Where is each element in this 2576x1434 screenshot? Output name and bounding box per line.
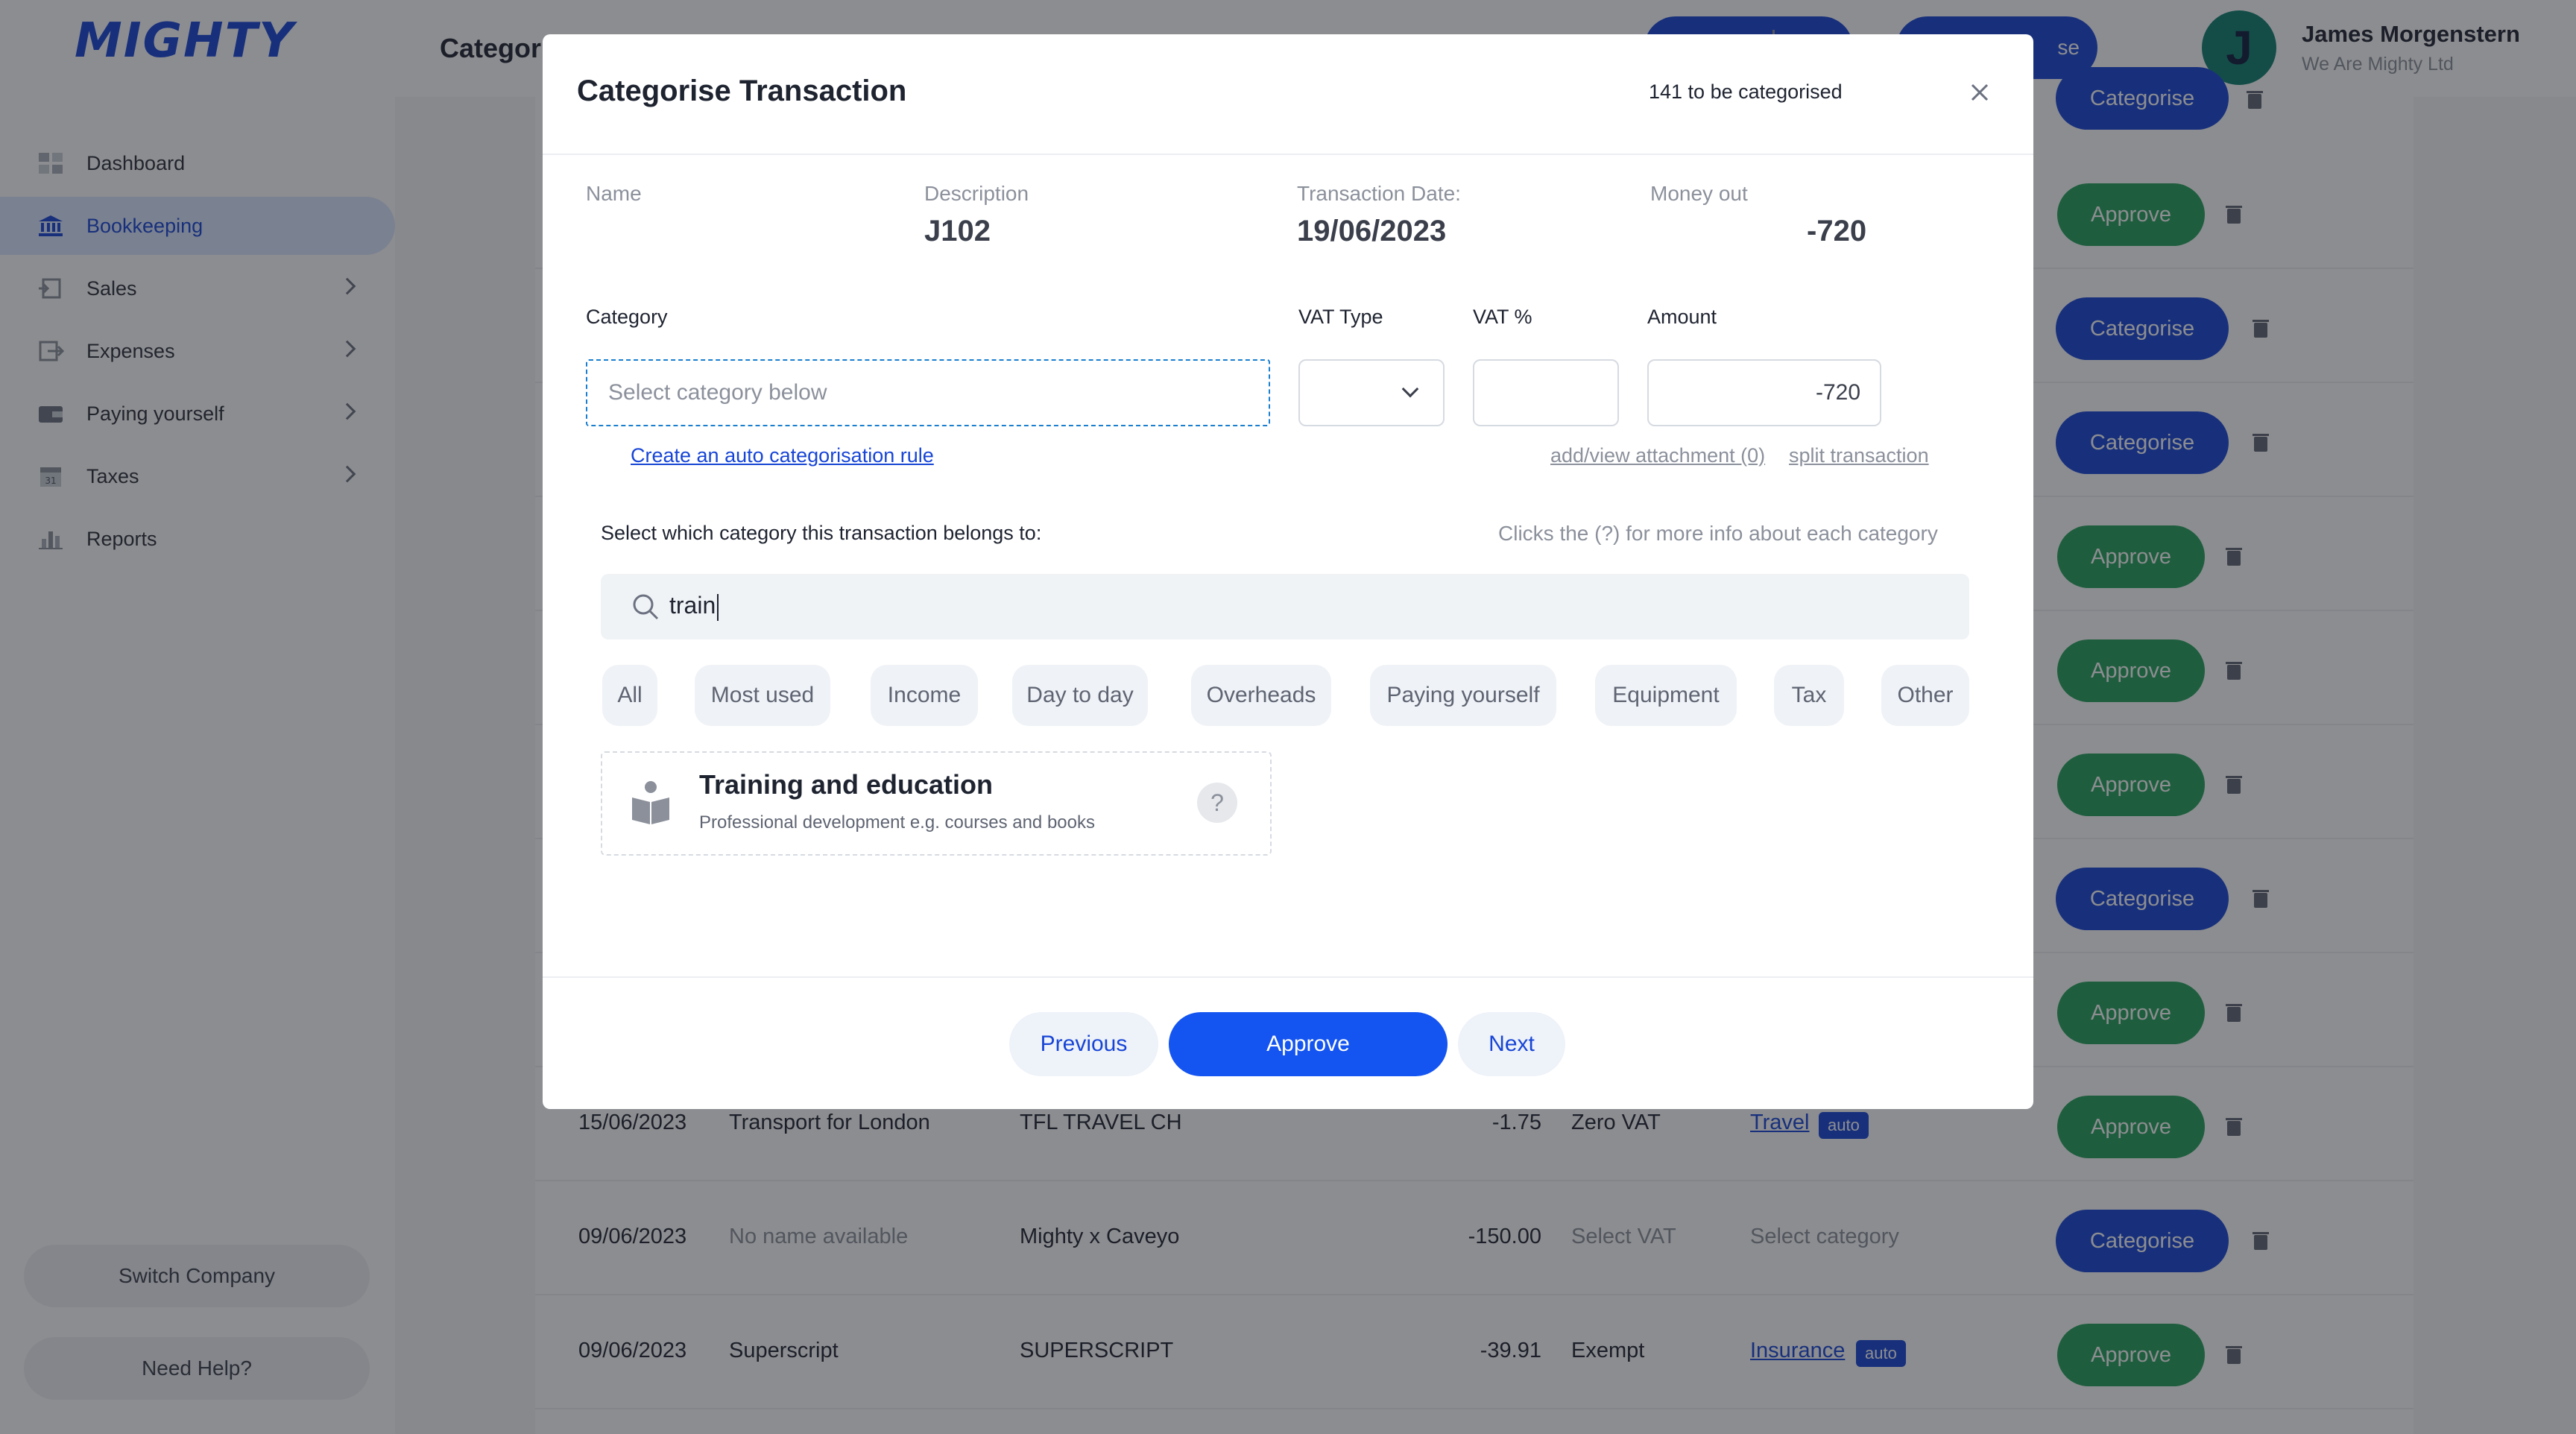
amount-value: -720 xyxy=(1815,380,1860,405)
category-option-description: Professional development e.g. courses an… xyxy=(699,812,1095,833)
chip-income[interactable]: Income xyxy=(871,665,978,726)
date-value: 19/06/2023 xyxy=(1297,215,1447,247)
chip-most-used[interactable]: Most used xyxy=(695,665,830,726)
header-divider xyxy=(543,154,2033,155)
vat-percent-label: VAT % xyxy=(1473,306,1532,328)
chip-all[interactable]: All xyxy=(602,665,657,726)
previous-button[interactable]: Previous xyxy=(1009,1012,1158,1076)
category-search-input[interactable]: train xyxy=(601,574,1969,639)
description-label: Description xyxy=(924,182,1029,205)
date-label: Transaction Date: xyxy=(1297,182,1461,205)
vat-type-label: VAT Type xyxy=(1298,306,1383,328)
chip-day-to-day[interactable]: Day to day xyxy=(1012,665,1148,726)
chip-paying-yourself[interactable]: Paying yourself xyxy=(1370,665,1556,726)
attachment-link[interactable]: add/view attachment (0) xyxy=(1550,444,1765,467)
chip-overheads[interactable]: Overheads xyxy=(1191,665,1331,726)
close-icon[interactable] xyxy=(1965,78,1995,107)
amount-label: Amount xyxy=(1647,306,1717,328)
help-icon[interactable]: ? xyxy=(1197,783,1237,823)
search-icon xyxy=(633,594,659,620)
book-reader-icon xyxy=(632,781,669,824)
next-button[interactable]: Next xyxy=(1458,1012,1565,1076)
chip-equipment[interactable]: Equipment xyxy=(1595,665,1737,726)
search-value: train xyxy=(669,592,719,621)
money-out-value: -720 xyxy=(1807,215,1867,247)
chip-other[interactable]: Other xyxy=(1881,665,1969,726)
approve-button[interactable]: Approve xyxy=(1169,1012,1448,1076)
footer-divider xyxy=(543,976,2033,978)
chevron-down-icon xyxy=(1401,380,1419,398)
split-transaction-link[interactable]: split transaction xyxy=(1789,444,1929,467)
vat-type-select[interactable] xyxy=(1298,359,1445,426)
money-out-label: Money out xyxy=(1650,182,1748,205)
category-option-training[interactable]: Training and education Professional deve… xyxy=(601,751,1272,856)
vat-percent-input[interactable] xyxy=(1473,359,1619,426)
categorise-modal: Categorise Transaction 141 to be categor… xyxy=(543,34,2033,1109)
remaining-count: 141 to be categorised xyxy=(1649,80,1843,103)
category-placeholder: Select category below xyxy=(608,380,827,405)
amount-input[interactable]: -720 xyxy=(1647,359,1881,426)
modal-title: Categorise Transaction xyxy=(577,75,907,107)
name-label: Name xyxy=(586,182,642,205)
category-label: Category xyxy=(586,306,668,328)
category-help-hint: Clicks the (?) for more info about each … xyxy=(1498,522,1938,545)
category-prompt: Select which category this transaction b… xyxy=(601,522,1042,544)
category-input[interactable]: Select category below xyxy=(586,359,1270,426)
auto-rule-link[interactable]: Create an auto categorisation rule xyxy=(631,444,934,467)
description-value: J102 xyxy=(924,215,991,247)
category-option-title: Training and education xyxy=(699,769,994,800)
chip-tax[interactable]: Tax xyxy=(1774,665,1844,726)
